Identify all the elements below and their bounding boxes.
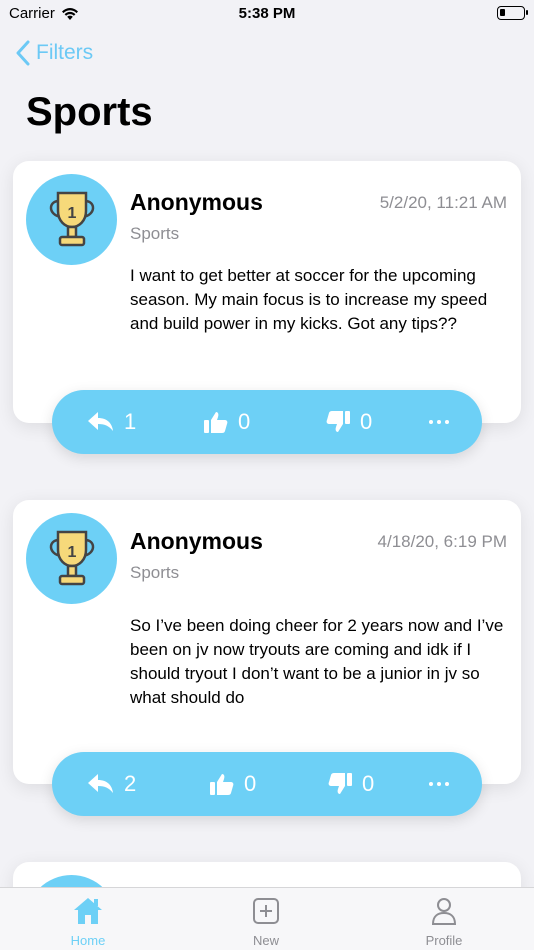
like-count: 0 bbox=[238, 409, 251, 434]
back-label: Filters bbox=[36, 41, 94, 64]
tab-label: New bbox=[252, 933, 279, 948]
avatar: 1 bbox=[26, 174, 117, 265]
trophy-badge: 1 bbox=[67, 544, 76, 561]
reply-button[interactable]: 1 bbox=[88, 390, 136, 454]
chevron-left-icon bbox=[16, 40, 30, 66]
reply-icon bbox=[88, 412, 113, 431]
trophy-icon: 1 bbox=[49, 191, 94, 246]
reply-button[interactable]: 2 bbox=[88, 752, 136, 816]
tab-profile[interactable]: Profile bbox=[404, 896, 484, 948]
like-count: 0 bbox=[244, 771, 257, 796]
thumbs-down-icon bbox=[328, 773, 352, 794]
like-button[interactable]: 0 bbox=[210, 752, 256, 816]
post-date: 5/2/20, 11:21 AM bbox=[379, 193, 507, 212]
ellipsis-icon bbox=[429, 420, 433, 424]
more-options-button[interactable] bbox=[429, 774, 453, 794]
back-button[interactable]: Filters bbox=[16, 40, 93, 66]
reply-count: 1 bbox=[124, 409, 137, 434]
battery-icon bbox=[497, 6, 528, 20]
post-action-bar: 2 0 0 bbox=[52, 752, 482, 816]
dislike-button[interactable]: 0 bbox=[328, 752, 374, 816]
home-icon bbox=[74, 898, 102, 924]
reply-count: 2 bbox=[124, 771, 137, 796]
avatar: 1 bbox=[26, 513, 117, 604]
post-category: Sports bbox=[130, 563, 180, 582]
post-body: So I’ve been doing cheer for 2 years now… bbox=[130, 616, 504, 707]
person-icon bbox=[431, 898, 457, 925]
like-button[interactable]: 0 bbox=[204, 390, 250, 454]
thumbs-down-icon bbox=[326, 411, 350, 432]
post-action-bar: 1 0 0 bbox=[52, 390, 482, 454]
dislike-count: 0 bbox=[362, 771, 375, 796]
plus-square-icon bbox=[253, 898, 279, 924]
more-options-button[interactable] bbox=[429, 412, 453, 432]
tab-label: Profile bbox=[425, 933, 463, 948]
trophy-badge: 1 bbox=[67, 205, 76, 222]
tab-new[interactable]: New bbox=[226, 896, 306, 948]
tab-label: Home bbox=[70, 933, 106, 948]
tab-bar: Home New Profile bbox=[0, 887, 534, 950]
thumbs-up-icon bbox=[204, 412, 228, 433]
post-author: Anonymous bbox=[130, 189, 263, 215]
tab-home[interactable]: Home bbox=[48, 896, 128, 948]
post-card[interactable]: 1 Anonymous Sports 4/18/20, 6:19 PM So I… bbox=[13, 500, 521, 784]
post-body: I want to get better at soccer for the u… bbox=[130, 266, 488, 333]
post-date: 4/18/20, 6:19 PM bbox=[377, 532, 507, 551]
post-category: Sports bbox=[130, 224, 180, 243]
post-card[interactable]: 1 Anonymous Sports 5/2/20, 11:21 AM I wa… bbox=[13, 161, 521, 423]
dislike-count: 0 bbox=[360, 409, 373, 434]
thumbs-up-icon bbox=[210, 774, 234, 795]
page-title: Sports bbox=[26, 90, 153, 134]
status-time: 5:38 PM bbox=[238, 5, 296, 22]
dislike-button[interactable]: 0 bbox=[326, 390, 372, 454]
post-author: Anonymous bbox=[130, 528, 263, 554]
trophy-icon: 1 bbox=[49, 530, 94, 585]
reply-icon bbox=[88, 774, 113, 793]
status-bar: Carrier 5:38 PM bbox=[0, 0, 534, 28]
ellipsis-icon bbox=[429, 782, 433, 786]
